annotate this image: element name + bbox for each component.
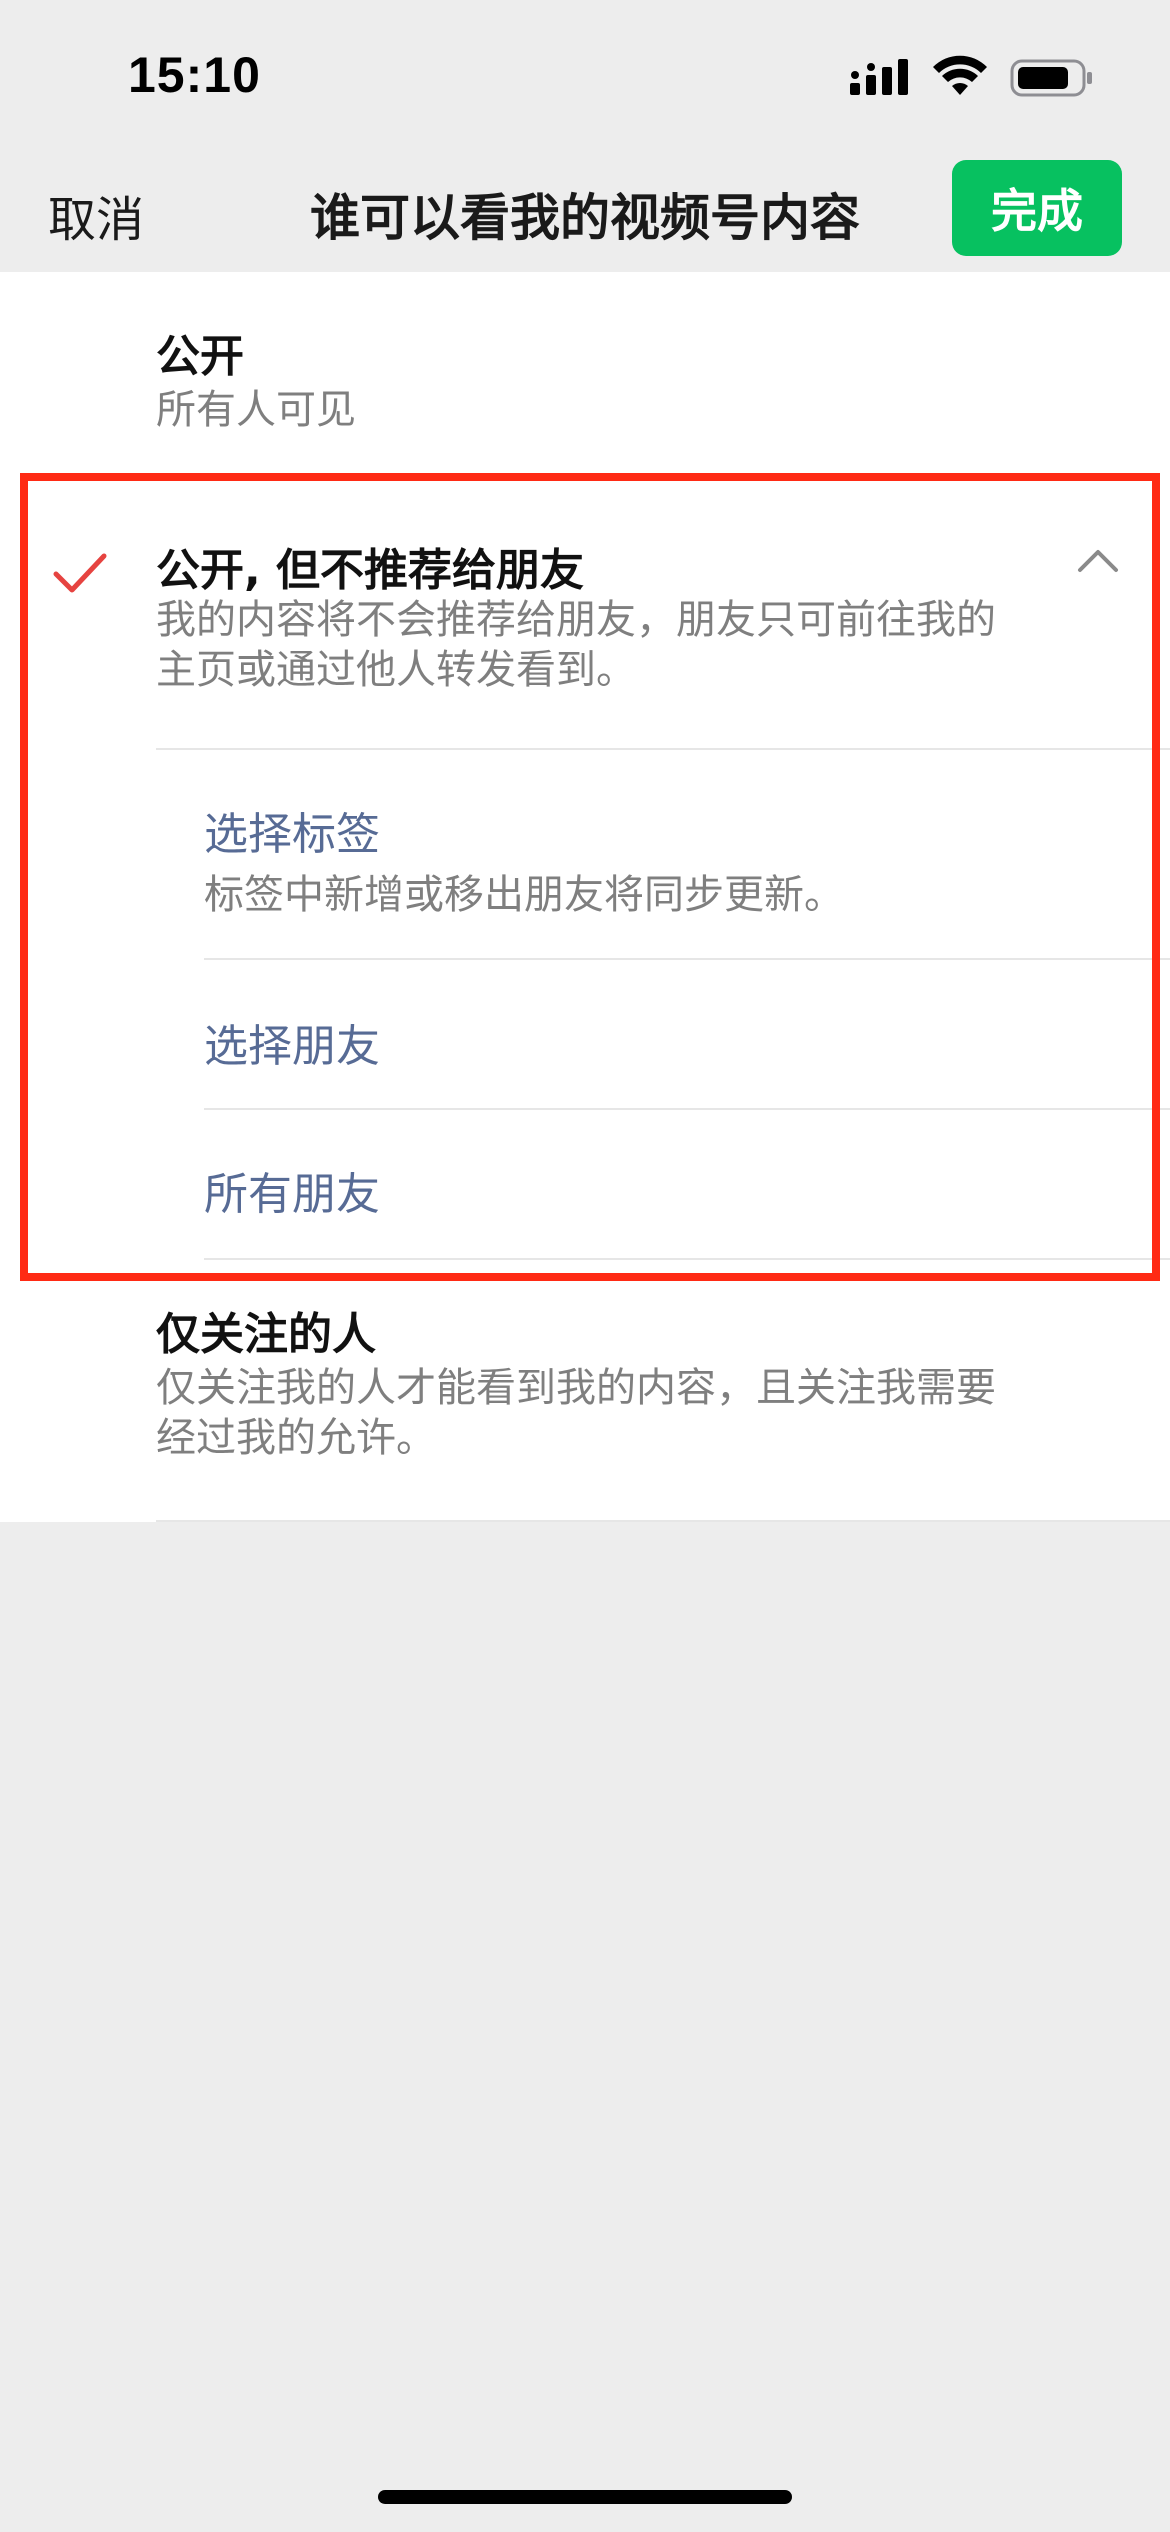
home-indicator[interactable] — [378, 2490, 792, 2504]
battery-icon — [1010, 59, 1092, 97]
option-followers-only[interactable]: 仅关注的人 仅关注我的人才能看到我的内容，且关注我需要 经过我的允许。 — [0, 1262, 1170, 1512]
status-icons — [850, 52, 1094, 102]
option-desc: 所有人可见 — [156, 387, 356, 433]
option-title: 仅关注的人 — [156, 1309, 376, 1360]
wifi-icon — [933, 55, 987, 95]
option-title: 公开 — [156, 331, 244, 382]
status-bar: 15:10 — [0, 0, 1170, 150]
nav-bar: 取消 谁可以看我的视频号内容 完成 — [0, 150, 1170, 272]
option-desc-line2: 经过我的允许。 — [156, 1415, 436, 1461]
divider — [156, 1520, 1170, 1522]
option-desc-line1: 仅关注我的人才能看到我的内容，且关注我需要 — [156, 1365, 996, 1411]
status-time: 15:10 — [128, 47, 261, 103]
done-button[interactable]: 完成 — [952, 160, 1122, 256]
option-public[interactable]: 公开 所有人可见 — [0, 272, 1170, 462]
screen: 15:10 取消 谁可以看我的视频号内容 完成 公开 所有人可见 公开, 但不推… — [0, 0, 1170, 2532]
signal-icon — [850, 59, 908, 95]
highlight-box — [20, 473, 1160, 1281]
